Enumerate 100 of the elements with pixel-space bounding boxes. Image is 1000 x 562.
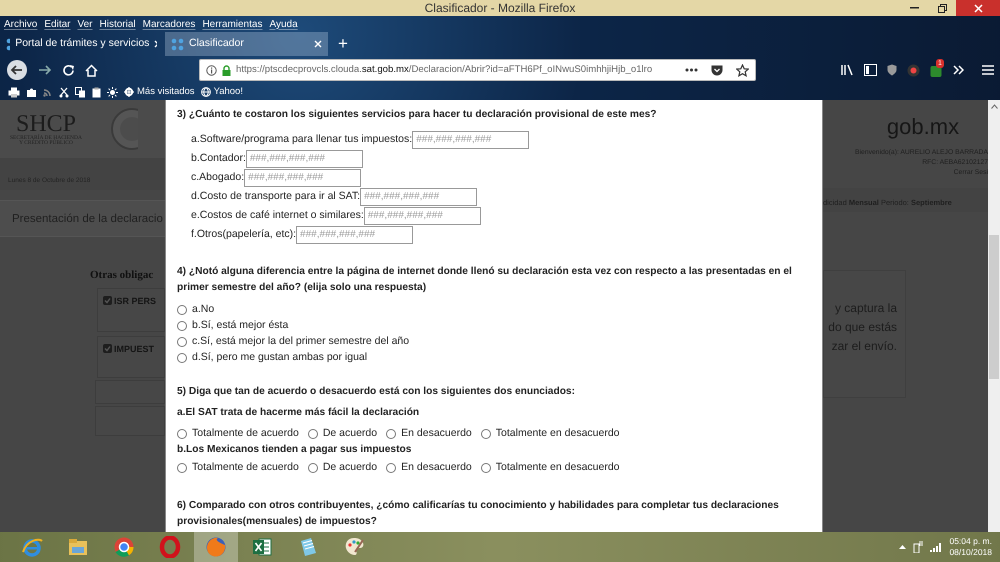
radio-button[interactable]: [386, 463, 396, 473]
menu-item[interactable]: Marcadores: [142, 16, 196, 32]
address-bar[interactable]: https://ptscdecprovcls.clouda.sat.gob.mx/Declaracion/Abrir?id=aFTH6Pf_oINwuS0imhhjiHjb_o1lro: [199, 59, 756, 81]
extension-icon[interactable]: [907, 64, 920, 76]
lock-icon: [222, 64, 231, 76]
radio-button[interactable]: [177, 321, 187, 331]
menu-item[interactable]: Archivo: [4, 16, 38, 32]
option-label: De acuerdo: [322, 460, 378, 476]
library-icon[interactable]: [841, 64, 854, 76]
forward-button[interactable]: [38, 64, 52, 76]
menu-item[interactable]: Historial: [100, 16, 136, 32]
menu-item[interactable]: Ver: [77, 16, 92, 32]
scrollbar[interactable]: [988, 100, 1000, 532]
copy-icon[interactable]: [75, 86, 86, 98]
scroll-up-icon[interactable]: [990, 104, 998, 109]
browser-tab[interactable]: Clasificador: [165, 32, 328, 56]
star-icon[interactable]: [736, 64, 749, 76]
radio-button[interactable]: [177, 305, 187, 315]
tricolor-circle-icon: [113, 536, 135, 558]
option-label: En desacuerdo: [401, 460, 472, 476]
more-icon[interactable]: [685, 68, 698, 72]
back-icon: [6, 59, 28, 81]
question-text: 6) Comparado con otros contribuyentes, ¿cómo calificarías tu conocimiento y habilidades para completar tus declaraciones provisionales(mensuales) de impuestos?: [177, 499, 780, 529]
menu-icon[interactable]: [982, 65, 994, 75]
option-label: Totalmente en desacuerdo: [496, 460, 620, 476]
sidebar-icon[interactable]: [864, 64, 877, 76]
ring-icon: [159, 536, 181, 558]
option-label: Totalmente en desacuerdo: [496, 426, 620, 442]
field-label: a.Software/programa para llenar tus impuestos:: [191, 132, 412, 147]
radio-button[interactable]: [480, 429, 491, 439]
back-button[interactable]: [6, 59, 28, 81]
statement-text: a.El SAT trata de hacerme más fácil la declaración: [177, 406, 420, 420]
option-label: b.Sí, está mejor ésta: [192, 318, 288, 334]
forward-icon: [38, 64, 52, 76]
reload-button[interactable]: [62, 64, 75, 76]
field-label: b.Contador:: [191, 150, 246, 166]
bookmark-link[interactable]: Más visitados: [124, 84, 195, 100]
radio-button[interactable]: [177, 353, 187, 363]
input-field[interactable]: ###,###,###,###: [360, 188, 478, 206]
field-label: d.Costo de transporte para ir al SAT:: [191, 188, 360, 204]
input-field[interactable]: ###,###,###,###: [244, 168, 362, 186]
scrollbar-thumb[interactable]: [989, 235, 999, 379]
field-label: c.Abogado:: [191, 170, 244, 185]
fox-globe-icon: [205, 536, 227, 558]
home-button[interactable]: [85, 64, 98, 76]
radio-button[interactable]: [308, 429, 318, 439]
option-label: En desacuerdo: [401, 426, 472, 442]
puzzle-icon[interactable]: [26, 86, 37, 98]
battery-plug-icon[interactable]: [913, 541, 924, 553]
gear-icon: [124, 87, 134, 97]
option-label: d.Sí, pero me gustan ambas por igual: [192, 350, 368, 366]
extension-icon[interactable]: [930, 64, 943, 76]
question-text: 5) Diga que tan de acuerdo o desacuerdo está con los siguientes dos enunciados:: [177, 385, 576, 399]
chevron-icon[interactable]: [953, 65, 964, 75]
reload-icon: [62, 64, 75, 76]
input-field[interactable]: ###,###,###,###: [246, 150, 363, 168]
browser-tab[interactable]: Portal de trámites y servicios: [0, 32, 163, 56]
clock[interactable]: 05:04 p. m. 08/10/2018: [949, 536, 992, 558]
input-field[interactable]: ###,###,###,###: [364, 206, 481, 224]
input-field[interactable]: ###,###,###,###: [412, 130, 530, 148]
minimize-icon: [910, 7, 918, 9]
radio-button[interactable]: [308, 463, 318, 473]
menu-item[interactable]: Editar: [44, 16, 70, 32]
field-label: f.Otros(papelería, etc):: [191, 226, 296, 242]
globe-icon: [200, 87, 211, 97]
radio-button[interactable]: [480, 463, 491, 473]
chevron-up-icon[interactable]: [899, 545, 906, 549]
home-icon: [85, 64, 98, 76]
menu-item[interactable]: Herramientas: [202, 16, 262, 32]
option-label: Totalmente de acuerdo: [192, 460, 299, 476]
url-text: https://ptscdecprovcls.clouda.sat.gob.mx/Declaracion/Abrir?id=aFTH6Pf_oINwuS0imhhjiHjb_o1lro: [236, 62, 654, 77]
option-label: a.No: [192, 302, 214, 318]
folder-icon: [67, 536, 89, 558]
radio-button[interactable]: [177, 337, 187, 347]
palette-icon: [343, 536, 365, 558]
ring-icon: [21, 536, 43, 558]
printer-icon[interactable]: [8, 86, 20, 98]
field-label: e.Costos de café internet o similares:: [191, 208, 364, 223]
checkbox[interactable]: [103, 296, 112, 304]
bookmark-link[interactable]: Yahoo!: [200, 84, 243, 100]
rss-icon[interactable]: [43, 87, 53, 97]
option-label: c.Sí, está mejor la del primer semestre del año: [192, 334, 410, 350]
statement-text: b.Los Mexicanos tienden a pagar sus impuestos: [177, 443, 412, 457]
radio-button[interactable]: [386, 429, 396, 439]
window-title: Clasificador - Mozilla Firefox: [424, 0, 576, 17]
info-icon: [206, 64, 217, 76]
sun-icon[interactable]: [107, 86, 118, 98]
signal-icon[interactable]: [930, 542, 942, 552]
menu-item[interactable]: Ayuda: [269, 16, 298, 32]
clipboard-icon[interactable]: [92, 86, 101, 98]
checkbox[interactable]: [103, 344, 112, 352]
input-field[interactable]: ###,###,###,###: [296, 226, 414, 244]
close-button[interactable]: [956, 0, 1000, 16]
radio-button[interactable]: [177, 429, 187, 439]
shield-icon[interactable]: [887, 64, 897, 76]
pocket-icon[interactable]: [711, 64, 723, 76]
radio-button[interactable]: [177, 463, 187, 473]
new-tab-button[interactable]: +: [328, 32, 358, 56]
scissors-icon[interactable]: [59, 86, 69, 98]
question-text: 4) ¿Notó alguna diferencia entre la página de internet donde llenó su declaración esta vez con respecto a las presentadas en el primer semestre del año? (elija solo una respuesta): [177, 265, 793, 295]
